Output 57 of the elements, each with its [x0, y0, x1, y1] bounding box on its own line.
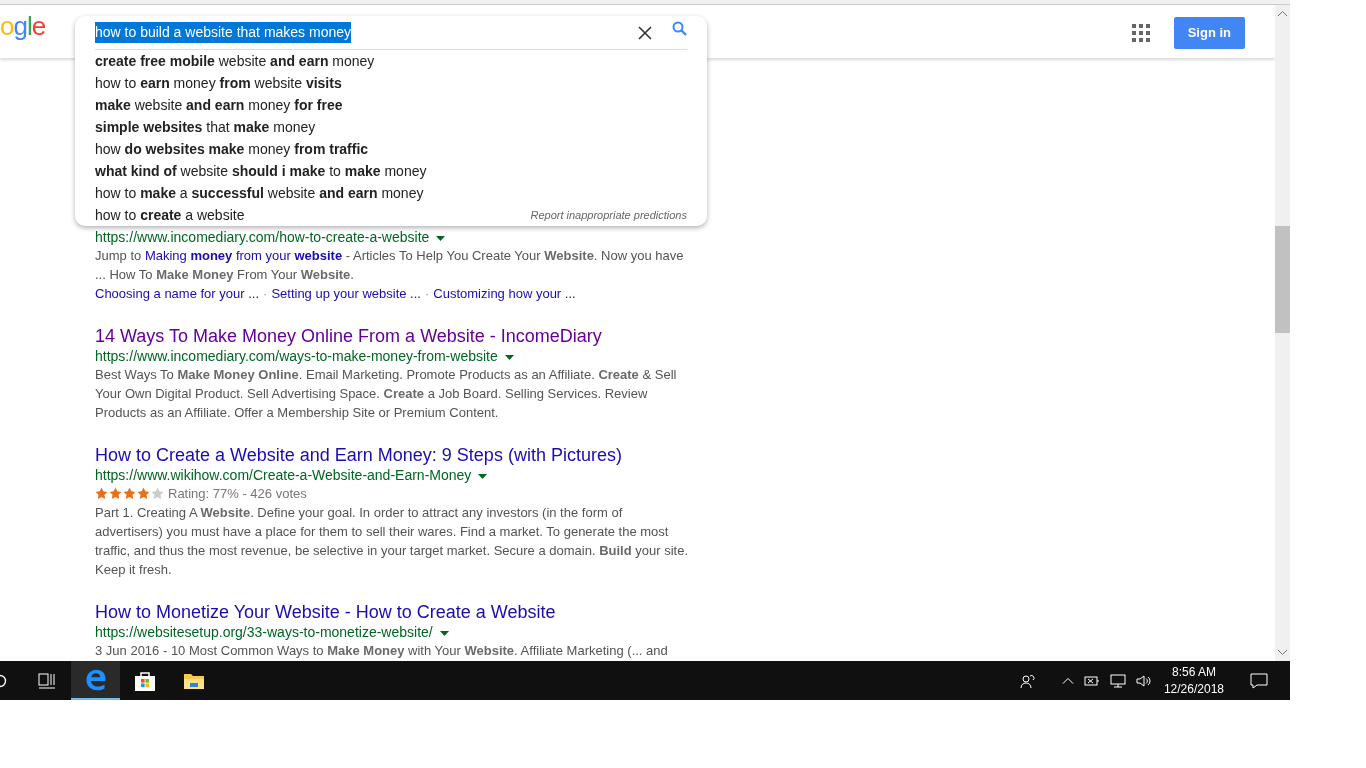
suggestion-item[interactable]: simple websites that make money	[95, 116, 316, 138]
result-snippet: Jump to Making money from your website - Articles To Help You Create Your Website. Now you have ... How To Make Money From Your Website.	[95, 247, 685, 284]
folder-icon	[182, 671, 205, 690]
rating-text: Rating: 77% - 426 votes	[168, 485, 307, 503]
people-icon[interactable]	[1019, 672, 1036, 689]
suggestion-item[interactable]: how to create a website	[95, 204, 245, 226]
suggestion-item[interactable]: how do websites make money from traffic	[95, 138, 369, 160]
result-snippet: 3 Jun 2016 - 10 Most Common Ways to Make Money with Your Website. Affiliate Marketing (... and	[95, 642, 669, 660]
search-field[interactable]: how to build a website that makes money	[95, 16, 687, 50]
browser-e-icon	[84, 668, 107, 691]
result-title-link[interactable]: How to Create a Website and Earn Money: 9 Steps (with Pictures)	[95, 444, 690, 466]
separator-dot: ·	[262, 286, 269, 301]
taskbar-app-button[interactable]	[71, 661, 120, 700]
sitelink[interactable]: Customizing how your ...	[433, 286, 576, 301]
battery-icon[interactable]	[1083, 674, 1100, 687]
network-icon[interactable]	[1109, 673, 1126, 688]
dropdown-caret-icon[interactable]	[436, 235, 446, 241]
suggestion-item[interactable]: how to earn money from website visits	[95, 72, 342, 94]
star-icon	[95, 487, 108, 500]
notifications-icon[interactable]	[1250, 672, 1268, 689]
clear-icon[interactable]	[638, 25, 652, 40]
result-title-link[interactable]: 14 Ways To Make Money Online From a Website - IncomeDiary	[95, 325, 690, 347]
shopping-bag-icon	[133, 669, 156, 692]
result-snippet: Part 1. Creating A Website. Define your goal. In order to attract any investors (in the form of advertisers) you must have a place for them to sell their wares. Find a market. To generate the most traffic, and thus the most revenue, be selective in your target market. Secure a domain. Build your site. Keep it fresh.	[95, 504, 689, 579]
dropdown-caret-icon[interactable]	[478, 473, 488, 479]
result-snippet: Best Ways To Make Money Online. Email Marketing. Promote Products as an Affiliate. Create & Sell Your Own Digital Product. Sell Advertising Space. Create a Job Board. Selling Services. Review Products as an Affiliate. Offer a Membership Site or Premium Content.	[95, 366, 678, 422]
separator-dot: ·	[423, 286, 431, 301]
star-icon	[151, 487, 164, 500]
suggestion-item[interactable]: how to make a successful website and earn money	[95, 182, 424, 204]
star-icon	[109, 487, 122, 500]
logo[interactable]: ogle	[0, 5, 46, 39]
report-link[interactable]: Report inappropriate predictions	[530, 204, 687, 226]
clock-date: 12/26/2018	[1163, 680, 1224, 698]
scrollbar-thumb[interactable]	[1275, 226, 1290, 333]
speaker-icon[interactable]	[1135, 673, 1152, 688]
dropdown-caret-icon[interactable]	[504, 354, 514, 360]
sitelink[interactable]: Choosing a name for your ...	[95, 286, 260, 301]
result-url: https://www.incomediary.com/ways-to-make-money-from-website	[95, 348, 498, 364]
task-view-icon	[37, 672, 56, 689]
scrollbar-track[interactable]	[1275, 5, 1290, 661]
dropdown-caret-icon[interactable]	[439, 630, 449, 636]
suggestion-item[interactable]: create free mobile website and earn money	[95, 50, 375, 72]
clock-time: 8:56 AM	[1170, 663, 1217, 681]
star-icon	[137, 487, 150, 500]
search-icon[interactable]	[672, 21, 687, 36]
suggestion-item[interactable]: make website and earn money for free	[95, 94, 343, 116]
result-url: https://www.wikihow.com/Create-a-Website-and-Earn-Money	[95, 467, 472, 483]
chevron-up-icon[interactable]	[1061, 677, 1074, 684]
sitelink[interactable]: Setting up your website ...	[271, 286, 421, 301]
result-url: https://www.incomediary.com/how-to-create-a-website	[95, 229, 430, 245]
suggestion-item[interactable]: what kind of website should i make to make money	[95, 160, 427, 182]
star-icon	[123, 487, 136, 500]
apps-grid-icon[interactable]	[1131, 23, 1150, 42]
result-title-link[interactable]: How to Monetize Your Website - How to Create a Website	[95, 601, 690, 623]
snippet-link[interactable]: Making money from your website	[144, 248, 343, 263]
result-url: https://websitesetup.org/33-ways-to-monetize-website/	[95, 624, 433, 640]
sign-in-button[interactable]: Sign in	[1173, 17, 1245, 49]
